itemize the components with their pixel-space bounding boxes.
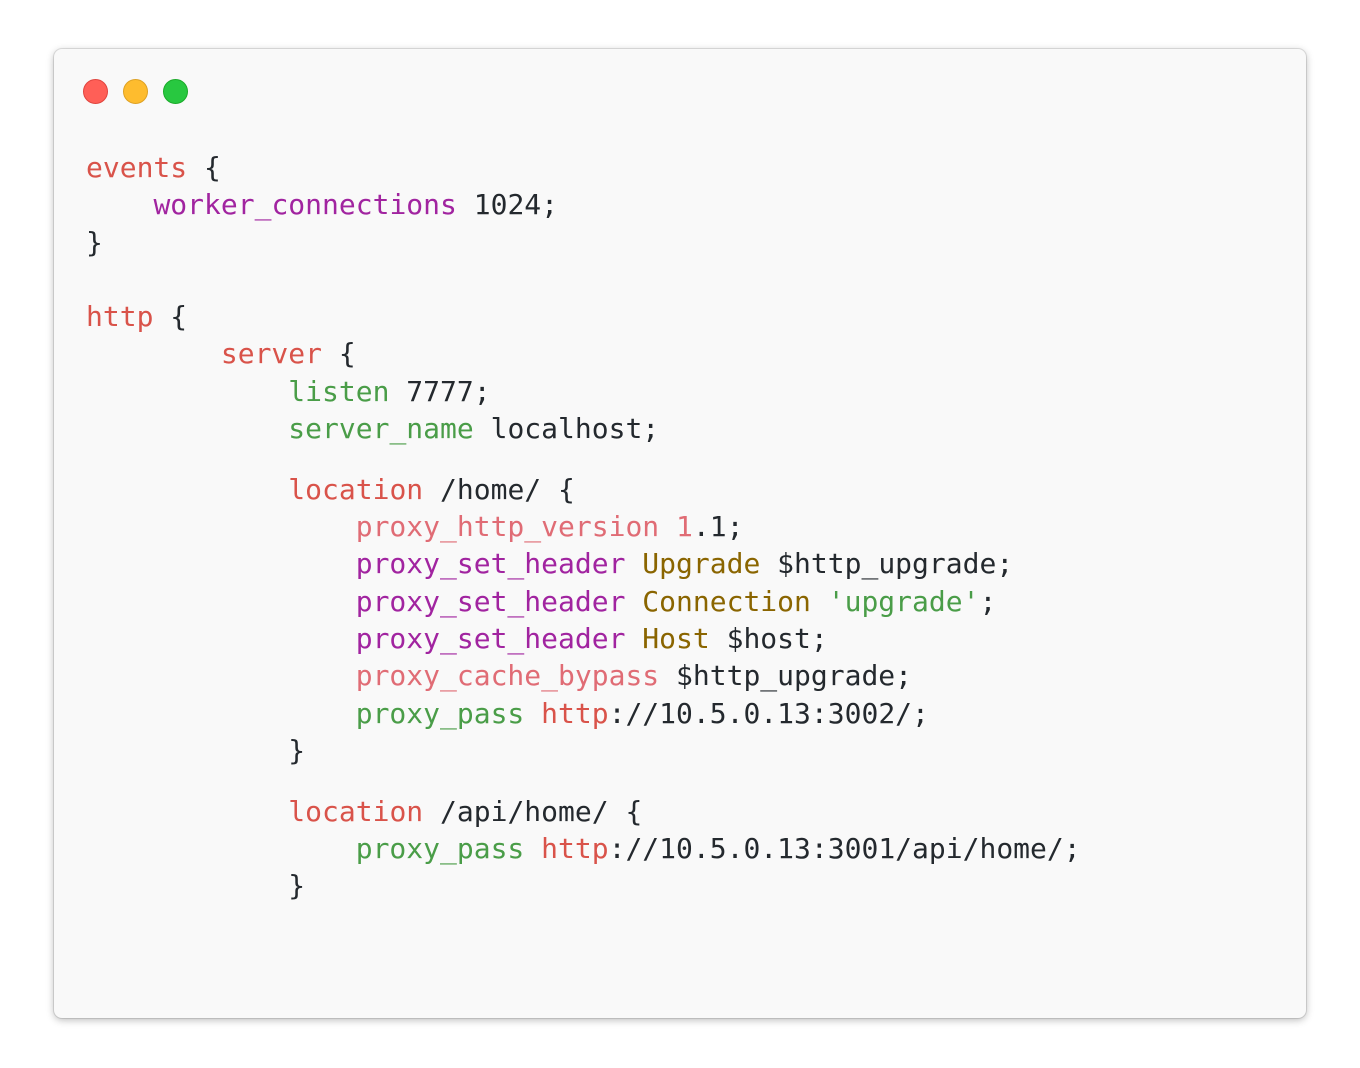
close-button[interactable] <box>83 79 108 104</box>
code-token: $http_upgrade; <box>659 659 913 693</box>
code-token: { <box>187 151 221 184</box>
code-line: proxy_http_version 1.1; <box>86 508 1081 545</box>
code-token: 1024; <box>456 188 559 222</box>
code-token: { <box>153 300 188 334</box>
code-token: /api/home/ { <box>423 794 643 828</box>
code-token: proxy_pass <box>355 696 525 730</box>
code-token: server <box>220 337 323 371</box>
code-token: http <box>541 696 609 730</box>
code-token: $http_upgrade; <box>760 547 1014 581</box>
code-token: proxy_cache_bypass <box>355 659 660 693</box>
code-token: proxy_set_header <box>355 584 626 618</box>
code-token: proxy_pass <box>355 832 525 866</box>
code-token: ://10.5.0.13:3001/api/home/; <box>608 832 1081 866</box>
code-line: proxy_pass http://10.5.0.13:3001/api/hom… <box>86 830 1081 867</box>
code-token: ; <box>979 584 997 618</box>
code-token: } <box>86 225 103 259</box>
minimize-button[interactable] <box>123 79 148 104</box>
code-token: listen <box>288 374 390 408</box>
code-token: $host; <box>709 622 828 656</box>
code-line: proxy_pass http://10.5.0.13:3002/; <box>86 695 1081 732</box>
code-token: Connection <box>642 584 811 618</box>
code-window: events { worker_connections 1024;} http {… <box>54 49 1306 1018</box>
code-token: ://10.5.0.13:3002/; <box>608 696 929 730</box>
code-token: 'upgrade' <box>827 584 980 618</box>
code-line: location /home/ { <box>86 471 1081 508</box>
code-token: Host <box>642 622 710 656</box>
code-line: server_name localhost; <box>86 410 1081 447</box>
code-token: http <box>86 300 154 334</box>
code-line: } <box>86 224 1081 261</box>
code-line: proxy_set_header Upgrade $http_upgrade; <box>86 545 1081 582</box>
code-token: location <box>288 794 424 828</box>
code-line: http { <box>86 298 1081 335</box>
code-line: location /api/home/ { <box>86 793 1081 830</box>
code-token: events <box>86 151 188 184</box>
code-line: proxy_set_header Host $host; <box>86 620 1081 657</box>
code-line: events { <box>86 149 1081 186</box>
code-token: /home/ { <box>423 472 575 506</box>
code-token: Upgrade <box>642 547 761 581</box>
code-token: location <box>288 472 424 506</box>
code-token: server_name <box>288 412 474 446</box>
code-token: worker_connections <box>153 188 457 222</box>
code-block: events { worker_connections 1024;} http {… <box>86 149 1081 905</box>
code-token: http <box>541 832 609 866</box>
code-line: listen 7777; <box>86 373 1081 410</box>
code-line: } <box>86 732 1081 769</box>
code-line: proxy_set_header Connection 'upgrade'; <box>86 583 1081 620</box>
code-line: server { <box>86 335 1081 372</box>
code-token: } <box>288 733 306 767</box>
code-token: localhost; <box>473 412 660 446</box>
code-token: { <box>322 337 356 371</box>
code-token: 7777; <box>389 374 491 408</box>
code-line: proxy_cache_bypass $http_upgrade; <box>86 657 1081 694</box>
code-token: proxy_http_version <box>355 510 660 544</box>
code-token: proxy_set_header <box>355 547 626 581</box>
code-token: } <box>288 869 306 903</box>
code-token: .1; <box>692 510 744 544</box>
code-line: worker_connections 1024; <box>86 186 1081 223</box>
maximize-button[interactable] <box>163 79 188 104</box>
code-line: } <box>86 867 1081 904</box>
code-token: proxy_set_header <box>355 622 626 656</box>
code-token: 1 <box>676 510 693 544</box>
